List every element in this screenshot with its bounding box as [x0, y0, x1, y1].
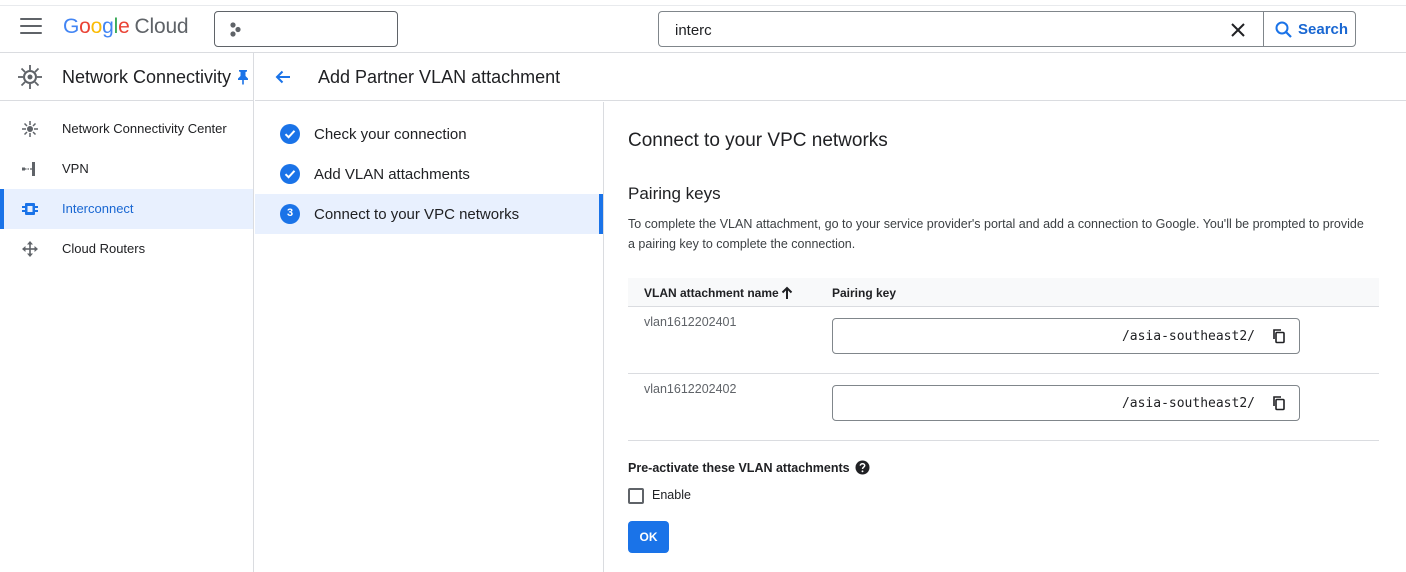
arrow-up-icon[interactable] [780, 285, 794, 301]
help-icon[interactable] [855, 460, 870, 475]
sidebar-item-interconnect[interactable]: Interconnect [0, 189, 253, 229]
sidebar-item-network-connectivity-center[interactable]: Network Connectivity Center [0, 109, 253, 149]
sidebar-header: Network Connectivity [0, 53, 253, 101]
step-label: Add VLAN attachments [314, 166, 470, 183]
back-arrow-icon[interactable] [273, 67, 293, 87]
google-cloud-logo[interactable]: Google Cloud [63, 15, 189, 39]
sidebar-item-label: Network Connectivity Center [62, 121, 227, 136]
table-header: VLAN attachment name Pairing key [628, 278, 1379, 307]
top-bar: GoogleCloud Search [0, 0, 1406, 53]
check-circle-icon [280, 164, 300, 184]
pairing-key-value: /asia-southeast2/ [1121, 396, 1255, 411]
pairing-key-value: /asia-southeast2/ [1121, 329, 1255, 344]
enable-checkbox[interactable] [628, 488, 644, 504]
vlan-attachment-name: vlan1612202401 [644, 315, 737, 329]
step-add-vlan-attachments[interactable]: Add VLAN attachments [255, 154, 603, 194]
pairing-key-field[interactable]: /asia-southeast2/ [832, 385, 1300, 421]
step-label: Connect to your VPC networks [314, 206, 520, 223]
page-header: Add Partner VLAN attachment [255, 53, 1406, 101]
hub-icon [22, 121, 38, 137]
pairing-keys-description: To complete the VLAN attachment, go to y… [628, 217, 1364, 251]
check-circle-icon [280, 124, 300, 144]
main-content: Connect to your VPC networks Pairing key… [628, 102, 1380, 572]
column-header-key: Pairing key [832, 286, 897, 300]
project-picker[interactable] [214, 11, 398, 47]
pairing-key-field[interactable]: /asia-southeast2/ [832, 318, 1300, 354]
sidebar-item-label: VPN [62, 161, 89, 176]
interconnect-icon [22, 203, 38, 215]
pin-icon[interactable] [236, 69, 250, 85]
page-title: Add Partner VLAN attachment [318, 67, 561, 87]
step-number-badge: 3 [280, 204, 300, 224]
enable-checkbox-label[interactable]: Enable [652, 488, 691, 502]
table-row: vlan1612202402 /asia-southeast2/ [628, 374, 1379, 441]
step-connect-vpc-networks[interactable]: 3 Connect to your VPC networks [255, 194, 603, 234]
pairing-keys-table: VLAN attachment name Pairing key vlan161… [628, 278, 1379, 441]
copy-icon[interactable] [1271, 395, 1287, 411]
vlan-attachment-name: vlan1612202402 [644, 382, 737, 396]
top-rule [0, 5, 1406, 6]
table-row: vlan1612202401 /asia-southeast2/ [628, 307, 1379, 374]
section-heading: Connect to your VPC networks [628, 130, 888, 151]
search-input[interactable] [675, 20, 1215, 40]
column-header-name[interactable]: VLAN attachment name [644, 286, 779, 300]
sidebar-item-label: Interconnect [62, 201, 134, 216]
router-icon [22, 241, 38, 257]
main-menu-icon[interactable] [20, 18, 42, 36]
step-check-connection[interactable]: Check your connection [255, 114, 603, 154]
search-box [658, 11, 1264, 47]
sidebar-item-cloud-routers[interactable]: Cloud Routers [0, 229, 253, 269]
project-dots-icon [230, 22, 241, 37]
sidebar-item-vpn[interactable]: VPN [0, 149, 253, 189]
vpn-icon [22, 162, 35, 176]
ok-button[interactable]: OK [628, 521, 669, 553]
search-button-label: Search [1298, 21, 1349, 38]
search-button[interactable]: Search [1263, 11, 1356, 47]
network-connectivity-icon [18, 65, 42, 89]
stepper: Check your connection Add VLAN attachmen… [255, 102, 604, 572]
step-label: Check your connection [314, 126, 467, 143]
close-icon[interactable] [1229, 21, 1247, 39]
search-icon [1275, 21, 1292, 38]
copy-icon[interactable] [1271, 328, 1287, 344]
sidebar-title: Network Connectivity [62, 67, 232, 87]
pairing-keys-heading: Pairing keys [628, 184, 721, 203]
sidebar: Network Connectivity Network Connectivit… [0, 53, 254, 572]
sidebar-item-label: Cloud Routers [62, 241, 146, 256]
sidebar-nav: Network Connectivity Center VPN Intercon… [0, 101, 253, 269]
preactivate-label: Pre-activate these VLAN attachments [628, 461, 850, 475]
